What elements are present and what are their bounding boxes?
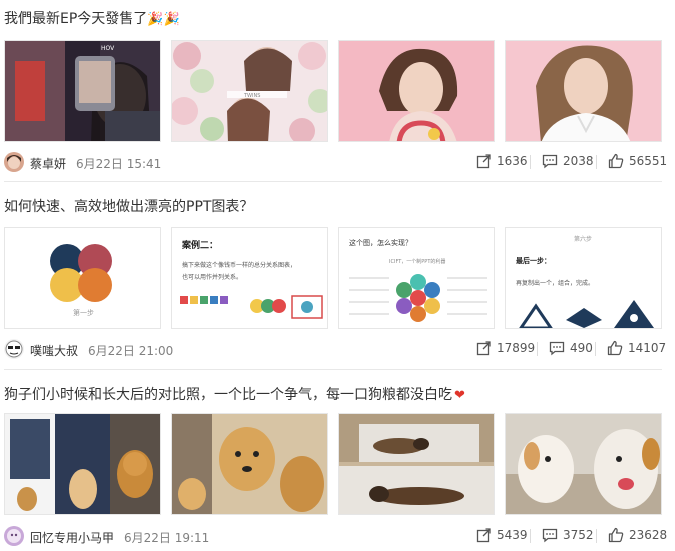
share-count: 17899 xyxy=(497,341,536,355)
svg-text:TWINS: TWINS xyxy=(243,93,260,99)
image-grid: 第一步 案例二： 搞下来做这个像钱币一样的总分关系图表， 也可以用作并列关系。 … xyxy=(4,227,662,329)
post-meta: 噗嗤大叔 6月22日 21:00 17899 490 14107 xyxy=(0,339,675,361)
post-photo[interactable]: 案例二： 搞下来做这个像钱币一样的总分关系图表， 也可以用作并列关系。 xyxy=(171,227,328,329)
post-photo[interactable] xyxy=(4,413,161,515)
post-date: 6月22日 19:11 xyxy=(124,531,210,545)
comment-icon xyxy=(542,154,558,169)
post-photo[interactable]: HOV xyxy=(4,40,161,142)
image-grid: HOV TWINS xyxy=(4,40,662,142)
post-date: 6月22日 21:00 xyxy=(88,344,174,358)
comment-count: 3752 xyxy=(563,528,594,542)
post-photo[interactable]: 第六步 最后一步： 再复制出一个，组合，完成。 xyxy=(505,227,662,329)
comment-count: 490 xyxy=(570,341,593,355)
post-title[interactable]: 狗子们小时候和长大后的对比照，一个比一个争气，每一口狗粮都没白吃 ❤ xyxy=(4,384,465,404)
like-button[interactable]: 56551 xyxy=(596,153,668,169)
share-icon xyxy=(476,341,491,356)
comment-button[interactable]: 2038 xyxy=(530,153,594,169)
avatar[interactable] xyxy=(4,526,24,546)
post-card: 我們最新EP今天發售了🎉🎉 HOV TWINS 蔡卓妍 6月22日 15:41 … xyxy=(0,0,675,182)
like-icon xyxy=(608,527,624,543)
share-icon xyxy=(476,154,491,169)
author-name[interactable]: 回忆专用小马甲 xyxy=(30,529,114,546)
share-icon xyxy=(476,528,491,543)
slide-caption: 第一步 xyxy=(73,309,94,317)
share-button[interactable]: 17899 xyxy=(476,340,535,356)
post-photo[interactable] xyxy=(338,413,495,515)
post-title-text: 如何快速、高效地做出漂亮的PPT图表？ xyxy=(4,199,254,215)
post-title[interactable]: 如何快速、高效地做出漂亮的PPT图表？ xyxy=(4,196,253,216)
stat-divider xyxy=(595,342,596,356)
like-count: 14107 xyxy=(628,341,667,355)
like-button[interactable]: 23628 xyxy=(596,527,668,543)
post-photo[interactable] xyxy=(171,413,328,515)
party-popper-icon: 🎉🎉 xyxy=(147,11,180,27)
post-photo[interactable] xyxy=(505,413,662,515)
post-title-text: 我們最新EP今天發售了 xyxy=(4,11,148,27)
stat-divider xyxy=(530,529,531,543)
share-count: 1636 xyxy=(497,154,528,168)
post-photo[interactable]: TWINS xyxy=(171,40,328,142)
like-count: 23628 xyxy=(629,528,668,542)
post-photo[interactable] xyxy=(338,40,495,142)
post-meta: 蔡卓妍 6月22日 15:41 1636 2038 56551 xyxy=(0,152,675,174)
svg-text:HOV: HOV xyxy=(101,45,115,52)
post-photo[interactable]: 第一步 xyxy=(4,227,161,329)
share-count: 5439 xyxy=(497,528,528,542)
post-card: 狗子们小时候和长大后的对比照，一个比一个争气，每一口狗粮都没白吃 ❤ 回忆专用小… xyxy=(0,370,675,551)
share-button[interactable]: 5439 xyxy=(476,527,528,543)
post-date: 6月22日 15:41 xyxy=(76,157,162,171)
comment-count: 2038 xyxy=(563,154,594,168)
post-title-text: 狗子们小时候和长大后的对比照，一个比一个争气，每一口狗粮都没白吃 xyxy=(4,387,452,403)
like-icon xyxy=(608,153,624,169)
post-meta: 回忆专用小马甲 6月22日 19:11 5439 3752 23628 xyxy=(0,526,675,548)
heart-icon: ❤ xyxy=(454,387,465,403)
stat-divider xyxy=(596,155,597,169)
avatar[interactable] xyxy=(4,152,24,172)
post-photo[interactable] xyxy=(505,40,662,142)
comment-button[interactable]: 3752 xyxy=(530,527,594,543)
like-button[interactable]: 14107 xyxy=(595,340,667,356)
image-grid xyxy=(4,413,662,515)
comment-icon xyxy=(549,341,565,356)
post-title[interactable]: 我們最新EP今天發售了🎉🎉 xyxy=(4,8,180,28)
post-card: 如何快速、高效地做出漂亮的PPT图表？ 第一步 案例二： 搞下来做这个像钱币一样… xyxy=(0,182,675,370)
author-name[interactable]: 蔡卓妍 xyxy=(30,155,66,172)
author-name[interactable]: 噗嗤大叔 xyxy=(30,342,78,359)
comment-icon xyxy=(542,528,558,543)
post-photo[interactable]: 这个图，怎么实现？ ICIFT，一个制PPT的利器 xyxy=(338,227,495,329)
avatar[interactable] xyxy=(4,339,24,359)
like-icon xyxy=(607,340,623,356)
stat-divider xyxy=(530,155,531,169)
stat-divider xyxy=(596,529,597,543)
like-count: 56551 xyxy=(629,154,668,168)
comment-button[interactable]: 490 xyxy=(537,340,593,356)
share-button[interactable]: 1636 xyxy=(476,153,528,169)
stat-divider xyxy=(537,342,538,356)
